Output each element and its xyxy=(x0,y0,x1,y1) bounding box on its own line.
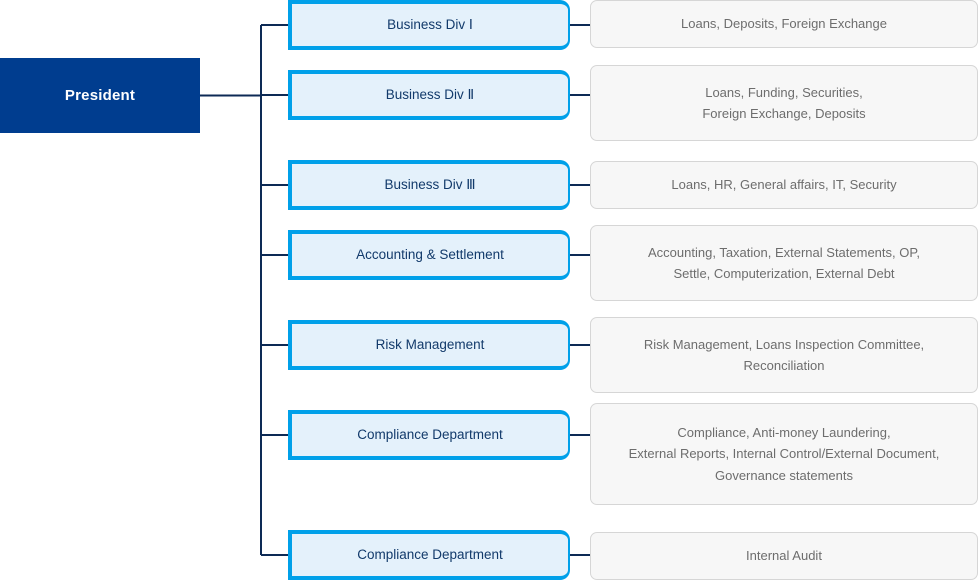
unit-node[interactable]: Compliance Department xyxy=(288,530,570,580)
duty-node[interactable]: Loans, HR, General affairs, IT, Security xyxy=(590,161,978,209)
root-node-label: President xyxy=(64,87,136,104)
duty-node-text: Loans, Deposits, Foreign Exchange xyxy=(603,13,965,34)
unit-node[interactable]: Business Div Ⅲ xyxy=(288,160,570,210)
unit-node-label: Business Div Ⅱ xyxy=(385,86,475,102)
duty-node-line: Accounting, Taxation, External Statement… xyxy=(648,244,920,260)
duty-node[interactable]: Loans, Deposits, Foreign Exchange xyxy=(590,0,978,48)
unit-node[interactable]: Accounting & Settlement xyxy=(288,230,570,280)
unit-node-label: Business Div Ⅲ xyxy=(384,176,476,192)
duty-node-line: Reconciliation xyxy=(743,358,825,373)
unit-node[interactable]: Risk Management xyxy=(288,320,570,370)
duty-node-line: Foreign Exchange, Deposits xyxy=(702,106,866,121)
root-node-president[interactable]: President xyxy=(0,58,200,133)
unit-node-label: Compliance Department xyxy=(357,546,503,562)
duty-node[interactable]: Loans, Funding, Securities, Foreign Excha… xyxy=(590,65,978,141)
duty-node-line: Loans, Funding, Securities, xyxy=(705,84,863,100)
duty-node[interactable]: Internal Audit xyxy=(590,532,978,580)
unit-node-label: Risk Management xyxy=(375,336,485,352)
unit-node-label: Compliance Department xyxy=(357,426,503,442)
duty-node-text: Accounting, Taxation, External Statement… xyxy=(603,242,965,284)
duty-node-text: Internal Audit xyxy=(603,545,965,566)
duty-node-text: Compliance, Anti-money Laundering, Extern… xyxy=(603,422,965,485)
duty-node-line: Settle, Computerization, External Debt xyxy=(673,266,895,281)
duty-node-line: Compliance, Anti-money Laundering, xyxy=(677,425,891,441)
unit-node[interactable]: Business Div Ⅰ xyxy=(288,0,570,50)
duty-node-line: Loans, HR, General affairs, IT, Security xyxy=(671,177,897,193)
duty-node-text: Loans, HR, General affairs, IT, Security xyxy=(603,174,965,195)
duty-node[interactable]: Compliance, Anti-money Laundering, Extern… xyxy=(590,403,978,505)
duty-node-line: Loans, Deposits, Foreign Exchange xyxy=(681,16,887,32)
duty-node-line: Governance statements xyxy=(714,467,854,483)
duty-node-line: External Reports, Internal Control/Exter… xyxy=(628,446,940,462)
unit-node[interactable]: Business Div Ⅱ xyxy=(288,70,570,120)
org-chart: President Business Div Ⅰ Loans, Deposits,… xyxy=(0,0,980,580)
unit-node[interactable]: Compliance Department xyxy=(288,410,570,460)
unit-node-label: Accounting & Settlement xyxy=(356,246,504,262)
duty-node-line: Risk Management, Loans Inspection Commit… xyxy=(643,336,925,352)
duty-node[interactable]: Accounting, Taxation, External Statement… xyxy=(590,225,978,301)
unit-node-label: Business Div Ⅰ xyxy=(387,16,473,32)
duty-node[interactable]: Risk Management, Loans Inspection Commit… xyxy=(590,317,978,393)
duty-node-text: Loans, Funding, Securities, Foreign Excha… xyxy=(603,82,965,124)
duty-node-line: Internal Audit xyxy=(746,548,822,564)
duty-node-text: Risk Management, Loans Inspection Commit… xyxy=(603,334,965,376)
